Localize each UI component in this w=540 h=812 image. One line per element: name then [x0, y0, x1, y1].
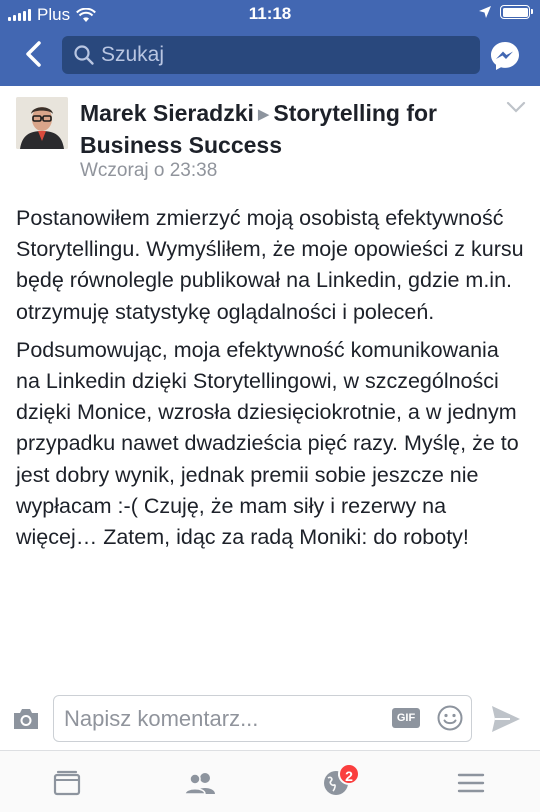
tab-news-feed[interactable] [47, 763, 87, 803]
post-author-line: Marek Sieradzki ▶ Storytelling for Busines… [80, 98, 500, 160]
bottom-tab-bar: 2 [0, 750, 540, 812]
comment-bar: GIF [0, 688, 540, 750]
clock: 11:18 [248, 4, 292, 23]
post-timestamp[interactable]: Wczoraj o 23:38 [80, 160, 217, 182]
tab-menu[interactable] [451, 763, 491, 803]
news-feed-icon [53, 770, 81, 796]
author-avatar[interactable] [16, 97, 68, 149]
search-input[interactable] [101, 43, 461, 67]
chevron-down-icon[interactable] [505, 100, 527, 114]
search-bar[interactable] [62, 36, 480, 74]
search-icon [74, 45, 94, 65]
menu-icon [457, 773, 485, 793]
post-body: Postanowiłem zmierzyć moją osobistą efek… [16, 203, 528, 560]
messenger-icon[interactable] [489, 40, 521, 72]
top-header: Plus 11:18 [0, 0, 540, 86]
camera-icon[interactable] [12, 707, 40, 731]
back-arrow-icon[interactable] [20, 39, 50, 69]
author-name[interactable]: Marek Sieradzki [80, 100, 254, 126]
post-paragraph: Podsumowując, moja efektywność komunikow… [16, 337, 519, 550]
battery-icon [500, 5, 533, 19]
location-arrow-icon [479, 6, 491, 18]
sticker-smiley-icon[interactable] [436, 704, 464, 732]
send-icon[interactable] [490, 704, 522, 734]
gif-button[interactable]: GIF [392, 708, 420, 728]
shared-to-arrow-icon: ▶ [257, 106, 270, 123]
author-photo [16, 97, 68, 149]
status-bar: Plus 11:18 [0, 0, 540, 28]
notification-badge: 2 [338, 763, 360, 785]
comment-box[interactable]: GIF [53, 695, 472, 742]
tab-notifications[interactable]: 2 [316, 763, 360, 803]
post-paragraph: Postanowiłem zmierzyć moją osobistą efek… [16, 206, 524, 324]
post-header: Marek Sieradzki ▶ Storytelling for Busines… [0, 86, 540, 196]
friends-icon [184, 773, 215, 795]
tab-friends[interactable] [180, 763, 220, 803]
comment-input[interactable] [64, 705, 384, 732]
